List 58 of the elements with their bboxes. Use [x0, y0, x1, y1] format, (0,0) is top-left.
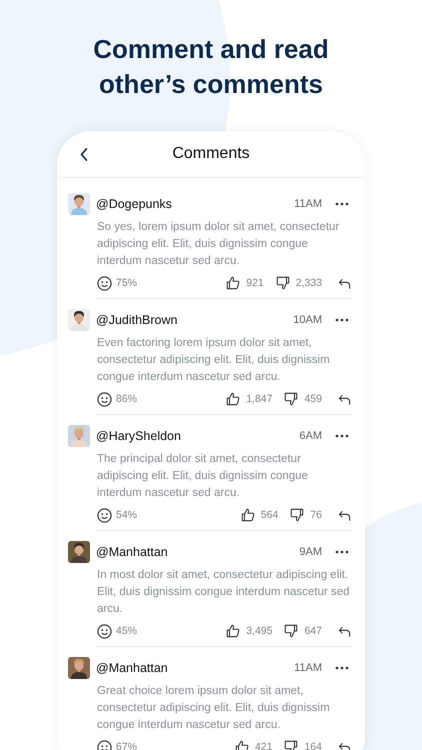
dislike-count: 647 [304, 625, 322, 637]
like-count: 3,495 [246, 625, 272, 637]
dislike-count: 76 [310, 509, 322, 521]
reply-icon[interactable] [338, 278, 351, 288]
reply-icon[interactable] [338, 394, 351, 404]
more-icon[interactable] [335, 550, 349, 554]
thumbs-up-icon[interactable] [226, 624, 240, 638]
dislike-count: 2,333 [296, 277, 322, 289]
timestamp: 9AM [299, 546, 322, 558]
timestamp: 6AM [299, 430, 322, 442]
thumbs-down-icon[interactable] [284, 392, 298, 406]
headline: Comment and read other’s comments [92, 33, 330, 101]
username[interactable]: @Manhattan [96, 545, 300, 559]
like-count: 1,847 [246, 393, 272, 405]
thumbs-up-icon[interactable] [240, 508, 255, 522]
smiley-icon [97, 508, 112, 522]
like-count: 564 [260, 509, 278, 521]
username[interactable]: @Dogepunks [96, 197, 294, 211]
more-icon[interactable] [335, 434, 349, 438]
username[interactable]: @JudithBrown [96, 313, 294, 327]
thumbs-up-icon[interactable] [226, 392, 240, 406]
score: 67% [116, 741, 138, 750]
dislike-count: 164 [304, 741, 322, 750]
smiley-icon [97, 276, 112, 290]
thumbs-up-icon[interactable] [234, 740, 249, 750]
score: 75% [116, 277, 138, 289]
dislike-count: 459 [304, 393, 322, 405]
thumbs-down-icon[interactable] [284, 624, 298, 638]
thumbs-down-icon[interactable] [290, 508, 304, 522]
timestamp: 11AM [294, 662, 322, 674]
comment-text: In most dolor sit amet, consectetur adipiscing elit. Elit, duis dignissim congue interdum nascetur sed arcu. [97, 568, 350, 617]
thumbs-down-icon[interactable] [284, 740, 298, 750]
smiley-icon [97, 392, 112, 406]
reply-icon[interactable] [338, 742, 351, 750]
like-count: 921 [246, 277, 264, 289]
timestamp: 11AM [294, 198, 322, 210]
timestamp: 10AM [293, 314, 322, 326]
thumbs-down-icon[interactable] [276, 276, 290, 290]
like-count: 421 [254, 741, 272, 750]
comment-text: The principal dolor sit amet, consectetur adipiscing elit. Elit, duis dignissim congue interdum nascetur sed arcu. [97, 452, 309, 501]
reply-icon[interactable] [338, 626, 351, 636]
comment-text: Great choice lorem ipsum dolor sit amet, consectetur adipiscing elit. Elit, duis dignissim congue interdum nascetur sed arcu. [97, 684, 331, 733]
username[interactable]: @Manhattan [96, 661, 294, 675]
back-icon[interactable] [80, 148, 88, 161]
comment-text: Even factoring lorem ipsum dolor sit amet, consectetur adipiscing elit. Elit, duis dignissim congue interdum nascetur sed arcu. [97, 336, 331, 385]
smiley-icon [97, 624, 112, 638]
thumbs-up-icon[interactable] [226, 276, 240, 290]
more-icon[interactable] [335, 318, 349, 322]
screen-title: Comments [172, 145, 250, 163]
smiley-icon [97, 740, 112, 750]
score: 45% [116, 625, 138, 637]
score: 86% [116, 393, 138, 405]
more-icon[interactable] [335, 202, 349, 206]
comment-text: So yes, lorem ipsum dolor sit amet, consectetur adipiscing elit. Elit, duis dignissim congue interdum nascetur sed arcu. [97, 220, 340, 269]
more-icon[interactable] [335, 666, 349, 670]
username[interactable]: @HarySheldon [96, 429, 300, 443]
score: 54% [116, 509, 138, 521]
reply-icon[interactable] [338, 510, 351, 520]
